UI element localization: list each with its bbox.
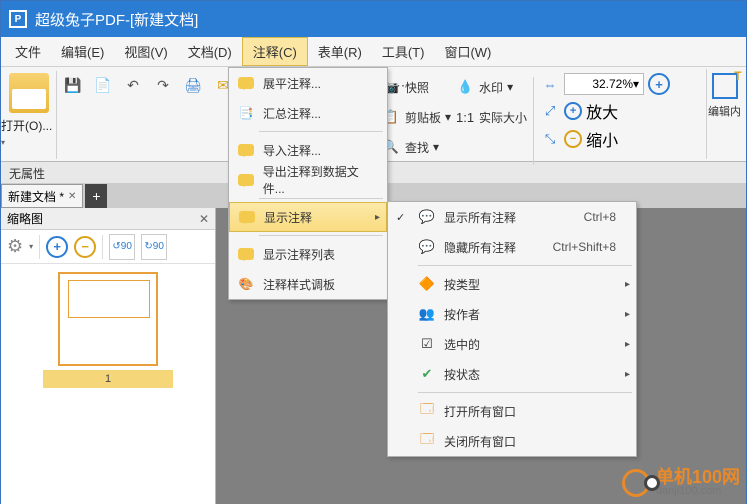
menu-edit[interactable]: 编辑(E) bbox=[51, 37, 114, 66]
panel-close-icon[interactable]: ✕ bbox=[199, 212, 209, 226]
menu-comment[interactable]: 注释(C) bbox=[242, 37, 308, 66]
comment-menu-dropdown: 展平注释... 📑汇总注释... 导入注释... 导出注释到数据文件... 显示… bbox=[228, 67, 388, 300]
open-folder-icon[interactable] bbox=[9, 73, 49, 113]
tab-close-icon[interactable]: ✕ bbox=[68, 191, 76, 202]
menu-file[interactable]: 文件 bbox=[5, 37, 51, 66]
menu-separator bbox=[259, 198, 383, 199]
title-bar: P 超级兔子PDF-[新建文档] bbox=[1, 1, 746, 37]
zoom-in-thumb-icon[interactable]: + bbox=[46, 236, 68, 258]
rotate-ccw-icon[interactable]: ↺90 bbox=[109, 234, 135, 260]
menu-window[interactable]: 窗口(W) bbox=[434, 37, 501, 66]
show-comments-submenu: ✓💬显示所有注释Ctrl+8 💬隐藏所有注释Ctrl+Shift+8 🔶按类型▸… bbox=[387, 201, 637, 457]
menu-tool[interactable]: 工具(T) bbox=[372, 37, 435, 66]
menu-form[interactable]: 表单(R) bbox=[308, 37, 372, 66]
page-thumbnail[interactable] bbox=[58, 272, 158, 366]
menu-show-comment-list[interactable]: 显示注释列表 bbox=[229, 239, 387, 269]
menu-summarize-comments[interactable]: 📑汇总注释... bbox=[229, 98, 387, 128]
find-button[interactable]: 🔍查找 ▾ bbox=[381, 137, 451, 157]
submenu-by-type[interactable]: 🔶按类型▸ bbox=[388, 269, 636, 299]
thumbnail-panel: 缩略图 ✕ ⚙▾ + − ↺90 ↻90 1 bbox=[1, 208, 216, 504]
clipboard-button[interactable]: 📋剪贴板 ▾ bbox=[381, 107, 451, 127]
thumbnail-toolbar: ⚙▾ + − ↺90 ↻90 bbox=[1, 230, 215, 264]
zoom-input[interactable]: 32.72% ▾ bbox=[564, 73, 644, 95]
toolbar-view-group: 📷快照 💧水印 ▾ 📋剪贴板 ▾ 1:1实际大小 🔍查找 ▾ ⇔ 32.72% … bbox=[381, 67, 676, 175]
menu-comment-style-panel[interactable]: 🎨注释样式调板 bbox=[229, 269, 387, 299]
open-button[interactable]: 打开(O)... bbox=[1, 117, 56, 148]
thumbnail-title: 缩略图 bbox=[7, 210, 43, 227]
watermark-url: danji100.com bbox=[656, 486, 740, 497]
redo-icon[interactable]: ↷ bbox=[151, 73, 175, 97]
menu-separator bbox=[418, 265, 632, 266]
menu-flatten-comments[interactable]: 展平注释... bbox=[229, 68, 387, 98]
save-as-icon[interactable]: 📄 bbox=[91, 73, 115, 97]
menu-separator bbox=[418, 392, 632, 393]
print-icon[interactable]: 🖨 bbox=[181, 73, 205, 97]
submenu-show-all[interactable]: ✓💬显示所有注释Ctrl+8 bbox=[388, 202, 636, 232]
app-logo-icon: P bbox=[9, 10, 27, 28]
menu-separator bbox=[259, 235, 383, 236]
gear-icon[interactable]: ⚙ bbox=[7, 236, 23, 257]
watermark-name: 单机100网 bbox=[656, 468, 740, 486]
submenu-checked[interactable]: ☑选中的▸ bbox=[388, 329, 636, 359]
menu-separator bbox=[259, 131, 383, 132]
edit-content-button[interactable]: 编辑内 bbox=[706, 69, 742, 159]
edit-content-icon bbox=[712, 73, 738, 99]
document-tab[interactable]: 新建文档 * ✕ bbox=[1, 184, 83, 208]
new-tab-button[interactable]: + bbox=[85, 184, 107, 208]
site-watermark: 单机100网 danji100.com bbox=[622, 468, 740, 497]
menu-doc[interactable]: 文档(D) bbox=[178, 37, 242, 66]
menu-export-comments[interactable]: 导出注释到数据文件... bbox=[229, 165, 387, 195]
rotate-cw-icon[interactable]: ↻90 bbox=[141, 234, 167, 260]
zoom-out-thumb-icon[interactable]: − bbox=[74, 236, 96, 258]
toolbar-open-group: 打开(O)... bbox=[1, 67, 56, 161]
window-title: 超级兔子PDF-[新建文档] bbox=[35, 9, 198, 30]
fit-width-icon[interactable]: ⇔ bbox=[540, 74, 560, 94]
thumbnail-list: 1 bbox=[1, 264, 215, 396]
snapshot-button[interactable]: 📷快照 bbox=[381, 77, 451, 97]
actual-size-button[interactable]: 1:1实际大小 bbox=[455, 107, 527, 127]
menu-import-comments[interactable]: 导入注释... bbox=[229, 135, 387, 165]
submenu-arrow-icon: ▸ bbox=[375, 212, 380, 223]
menu-view[interactable]: 视图(V) bbox=[114, 37, 177, 66]
submenu-by-author[interactable]: 👥按作者▸ bbox=[388, 299, 636, 329]
toolbar-separator bbox=[533, 77, 534, 165]
submenu-hide-all[interactable]: 💬隐藏所有注释Ctrl+Shift+8 bbox=[388, 232, 636, 262]
page-number-label: 1 bbox=[43, 370, 173, 388]
tab-label: 新建文档 * bbox=[8, 188, 64, 205]
submenu-close-all-windows[interactable]: 🗔关闭所有窗口 bbox=[388, 426, 636, 456]
menu-show-comments[interactable]: 显示注释▸ bbox=[229, 202, 387, 232]
menu-bar: 文件 编辑(E) 视图(V) 文档(D) 注释(C) 表单(R) 工具(T) 窗… bbox=[1, 37, 746, 67]
save-icon[interactable]: 💾 bbox=[61, 73, 85, 97]
zoom-tool-icon[interactable]: + bbox=[648, 73, 670, 95]
submenu-by-status[interactable]: ✔按状态▸ bbox=[388, 359, 636, 389]
zoom-out-button[interactable]: ⤡−缩小 bbox=[540, 127, 670, 151]
watermark-button[interactable]: 💧水印 ▾ bbox=[455, 77, 527, 97]
submenu-open-all-windows[interactable]: 🗔打开所有窗口 bbox=[388, 396, 636, 426]
undo-icon[interactable]: ↶ bbox=[121, 73, 145, 97]
fit-page-button[interactable]: ⤢+放大 bbox=[540, 99, 670, 123]
thumbnail-header: 缩略图 ✕ bbox=[1, 208, 215, 230]
